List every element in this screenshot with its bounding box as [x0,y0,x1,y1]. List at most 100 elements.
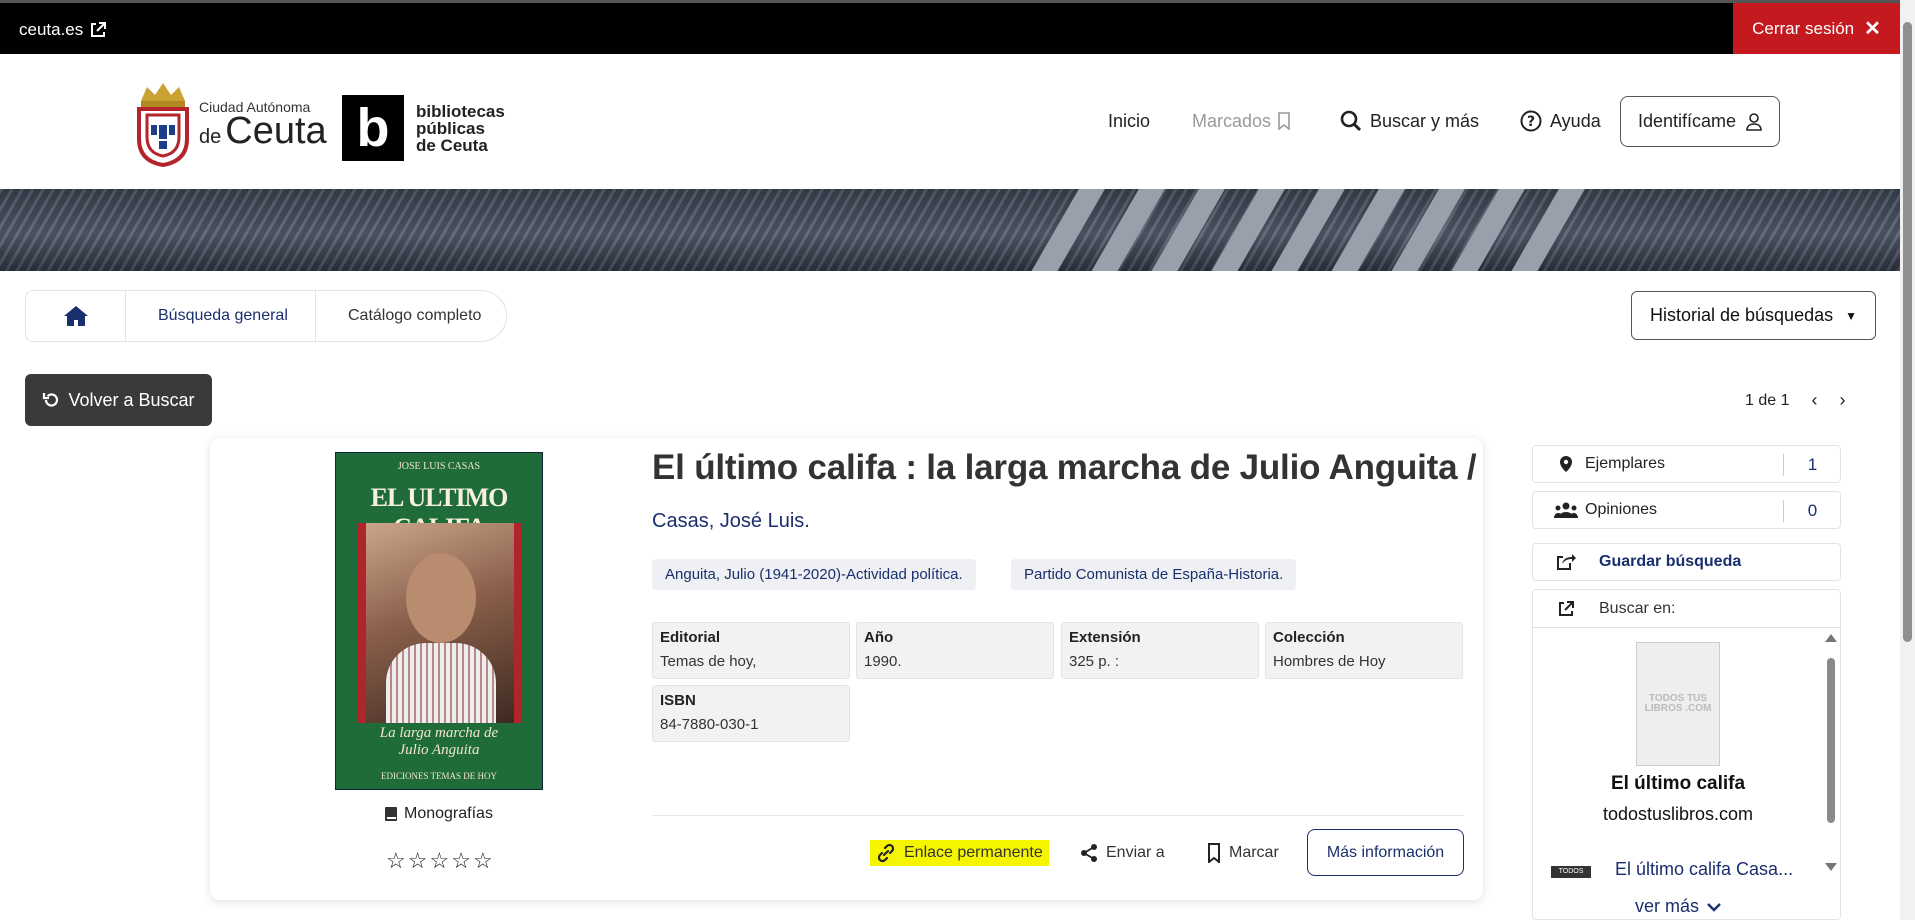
cover-publisher: EDICIONES TEMAS DE HOY [380,771,498,781]
pager-text: 1 de 1 [1745,391,1790,409]
nav-inicio[interactable]: Inicio [1108,95,1150,147]
chevron-right-icon[interactable]: › [1839,390,1845,411]
bookmark-button[interactable]: Marcar [1207,829,1279,876]
top-bar: ceuta.es Cerrar sesión ✕ [0,0,1915,54]
ceuta-logo-big: Ceuta [225,109,327,152]
field-coleccion: Colección Hombres de Hoy [1265,622,1463,679]
send-to-label: Enviar a [1106,843,1165,861]
record-title: El último califa : la larga marcha de Ju… [652,448,1477,487]
field-value: Temas de hoy, [660,653,757,670]
chevron-left-icon[interactable]: ‹ [1811,390,1817,411]
search-in-scrollbar[interactable] [1824,634,1838,874]
breadcrumb-catalogo-completo[interactable]: Catálogo completo [316,291,506,341]
book-icon [385,807,397,821]
cover-subtitle-2: Julio Anguita [398,742,480,758]
external-result-title[interactable]: El último califa [1533,773,1823,795]
breadcrumb: Búsqueda general Catálogo completo [25,290,507,342]
login-button[interactable]: Identifícame [1620,96,1780,147]
users-icon [1554,502,1578,518]
page-scrollbar[interactable] [1900,0,1915,920]
subject-tag[interactable]: Anguita, Julio (1941-2020)-Actividad pol… [652,559,976,590]
nav-buscar-label: Buscar y más [1370,110,1480,131]
cover-subtitle-1: La larga marcha de [379,725,499,741]
see-more-button[interactable]: ver más [1533,896,1823,917]
svg-text:?: ? [1527,114,1535,130]
undo-icon [43,393,59,407]
more-info-button[interactable]: Más información [1307,829,1464,876]
breadcrumb-busqueda-general[interactable]: Búsqueda general [126,291,316,341]
opiniones-row[interactable]: Opiniones 0 [1532,491,1841,529]
save-search-button[interactable]: Guardar búsqueda [1532,543,1841,581]
link-icon [877,843,895,863]
field-extension: Extensión 325 p. : [1061,622,1259,679]
field-label: Colección [1273,629,1345,646]
back-to-search-label: Volver a Buscar [68,389,195,410]
record-author[interactable]: Casas, José Luis. [652,510,810,533]
search-history-dropdown[interactable]: Historial de búsquedas ▼ [1631,291,1876,340]
see-more-label: ver más [1634,896,1699,916]
ejemplares-row[interactable]: Ejemplares 1 [1532,445,1841,483]
ejemplares-count: 1 [1783,454,1841,476]
star-icon[interactable]: ☆ [408,848,428,874]
field-value: 84-7880-030-1 [660,716,759,733]
search-in-panel: Buscar en: TODOS TUS LIBROS .COM El últi… [1532,589,1841,920]
book-cover-image[interactable]: JOSE LUIS CASAS EL ULTIMO CALIFA La larg… [335,452,543,790]
send-to-button[interactable]: Enviar a [1080,829,1165,876]
save-search-label: Guardar búsqueda [1599,553,1742,570]
external-result-2-title[interactable]: El último califa Casa... [1615,859,1793,880]
star-icon[interactable]: ☆ [386,848,406,874]
rating-stars[interactable]: ☆ ☆ ☆ ☆ ☆ [386,848,493,874]
field-isbn: ISBN 84-7880-030-1 [652,685,850,742]
external-link-icon [91,22,107,37]
bibliotecas-b-icon: b [342,95,404,161]
field-editorial: Editorial Temas de hoy, [652,622,850,679]
logout-label: Cerrar sesión [1752,18,1855,38]
bib-line-1: bibliotecas [416,101,505,121]
nav-buscar[interactable]: Buscar y más [1340,95,1479,147]
bookmark-icon [1278,112,1290,130]
opiniones-count: 0 [1783,500,1841,522]
site-link[interactable]: ceuta.es [19,20,107,40]
login-label: Identifícame [1637,111,1737,131]
field-ano: Año 1990. [856,622,1054,679]
bibliotecas-logo[interactable]: b bibliotecas públicas de Ceuta [342,95,505,161]
field-label: ISBN [660,692,696,709]
permalink-label: Enlace permanente [904,844,1043,861]
field-value: Hombres de Hoy [1273,653,1386,670]
share-square-icon [1557,554,1576,570]
ceuta-logo-de: de [199,125,222,148]
ceuta-logo[interactable]: Ciudad Autónoma de Ceuta [133,81,327,167]
logout-button[interactable]: Cerrar sesión ✕ [1733,3,1900,54]
star-icon[interactable]: ☆ [473,848,493,874]
bookmark-icon [1208,842,1220,863]
caret-down-icon: ▼ [1845,308,1857,323]
nav-ayuda[interactable]: ? Ayuda [1520,95,1601,147]
ejemplares-label: Ejemplares [1585,455,1666,472]
result-pager: 1 de 1 ‹ › [1745,390,1845,411]
search-icon [1340,110,1362,132]
bib-line-3: de Ceuta [416,135,488,155]
search-in-header: Buscar en: [1533,590,1840,628]
header-banner-image [0,189,1900,271]
share-icon [1081,843,1097,862]
site-header: Ciudad Autónoma de Ceuta b bibliotecas p… [0,54,1900,189]
chevron-down-icon [1707,902,1721,912]
user-icon [1746,112,1762,131]
external-result-thumbnail[interactable]: TODOS TUS LIBROS .COM [1636,642,1720,766]
star-icon[interactable]: ☆ [429,848,449,874]
subject-tag[interactable]: Partido Comunista de España-Historia. [1011,559,1297,590]
site-link-label: ceuta.es [19,20,84,39]
breadcrumb-home[interactable] [26,291,126,341]
field-value: 325 p. : [1069,653,1120,670]
divider [652,815,1464,816]
nav-ayuda-label: Ayuda [1550,110,1601,131]
coat-of-arms-icon [137,83,189,167]
field-value: 1990. [864,653,902,670]
close-icon: ✕ [1864,18,1881,40]
star-icon[interactable]: ☆ [451,848,471,874]
search-in-label: Buscar en: [1599,599,1676,617]
permalink-button[interactable]: Enlace permanente [870,840,1049,866]
bookmark-label: Marcar [1229,843,1279,861]
back-to-search-button[interactable]: Volver a Buscar [25,374,212,426]
nav-marcados[interactable]: Marcados [1192,95,1291,147]
